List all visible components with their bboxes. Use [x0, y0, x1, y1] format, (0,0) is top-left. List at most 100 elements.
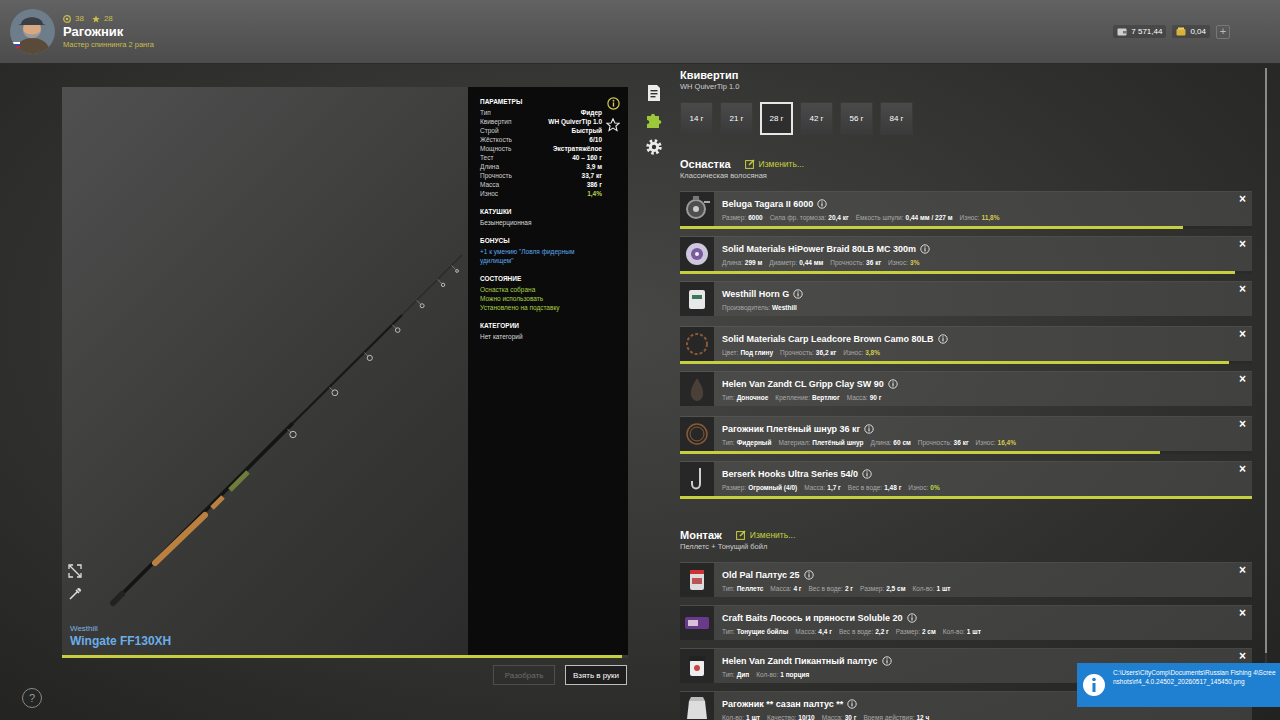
rig-item[interactable]: Westhill Horn GПроизводитель:Westhill×: [680, 281, 1252, 316]
item-property: Тип:Доночное: [722, 393, 768, 402]
info-icon[interactable]: [888, 379, 898, 389]
info-icon[interactable]: [804, 570, 814, 580]
property-label: Вес в воде:: [839, 628, 873, 635]
property-label: Время действия:: [863, 714, 914, 720]
edit-link[interactable]: Изменить...: [745, 159, 804, 169]
pipette-icon[interactable]: [68, 587, 82, 601]
item-boilie-icon: [680, 606, 714, 640]
info-icon[interactable]: [847, 699, 857, 709]
rig-item[interactable]: Beluga Tagara II 6000Размер:6000Сила фр.…: [680, 191, 1252, 229]
avatar-icon[interactable]: [10, 9, 55, 54]
info-icon[interactable]: [907, 613, 917, 623]
item-property: Размер:Огромный (4/0): [722, 483, 797, 492]
property-value: 2 см: [922, 628, 936, 635]
gear-icon[interactable]: [645, 138, 663, 156]
parameter-label: Мощность: [480, 144, 511, 153]
property-value: Доночное: [737, 394, 769, 401]
favorite-star-icon[interactable]: [606, 118, 620, 132]
property-value: 1,48 г: [884, 484, 901, 491]
parameters-panel: ПАРАМЕТРЫТипФидерКвивертипWH QuiverTip 1…: [468, 87, 628, 655]
info-icon[interactable]: [920, 244, 930, 254]
property-value: 6000: [748, 214, 762, 221]
property-value: 20,4 кг: [828, 214, 848, 221]
item-property: Износ:11,8%: [960, 213, 1000, 222]
parameter-label: Масса: [480, 180, 499, 189]
property-value: 90 г: [870, 394, 882, 401]
item-property: Тип:Тонущие бойлы: [722, 627, 788, 636]
item-leader-icon: [680, 417, 714, 451]
property-value: Вертлюг: [812, 394, 840, 401]
expand-icon[interactable]: [68, 564, 82, 578]
quivertip-title: Квивертип: [680, 69, 1252, 82]
info-icon[interactable]: [793, 289, 803, 299]
rig-item[interactable]: Helen Van Zandt CL Gripp Clay SW 90Тип:Д…: [680, 371, 1252, 406]
remove-button[interactable]: ×: [1233, 237, 1252, 251]
rig-item[interactable]: Solid Materials Carp Leadcore Brown Camo…: [680, 326, 1252, 364]
rig-item[interactable]: Рагожник Плетёный шнур 36 кгТип:Фидерный…: [680, 416, 1252, 454]
add-gold-button[interactable]: +: [1216, 25, 1230, 39]
rod-viewer: WesthillWingate FF130XHПАРАМЕТРЫТипФидер…: [62, 87, 628, 655]
info-icon[interactable]: [607, 97, 620, 110]
remove-button[interactable]: ×: [1233, 417, 1252, 431]
item-properties: Длина:299 мДиаметр:0,44 ммПрочность:36 к…: [722, 258, 1225, 267]
scrollbar[interactable]: [1265, 68, 1267, 704]
remove-button[interactable]: ×: [1233, 563, 1252, 577]
document-icon[interactable]: [645, 84, 663, 102]
remove-button[interactable]: ×: [1233, 462, 1252, 476]
quivertip-option[interactable]: 14 г: [680, 102, 713, 135]
info-icon[interactable]: [817, 199, 827, 209]
quivertip-option[interactable]: 28 г: [760, 102, 793, 135]
property-label: Цвет:: [722, 349, 738, 356]
quivertip-option[interactable]: 84 г: [880, 102, 913, 135]
parameter-row: Прочность33,7 кг: [480, 171, 602, 180]
property-label: Износ:: [908, 484, 928, 491]
top-bar: 3828РагожникМастер спиннинга 2 ранга7 57…: [0, 0, 1280, 64]
wear-bar: [680, 451, 1252, 454]
edit-link[interactable]: Изменить...: [736, 530, 795, 540]
quivertip-option[interactable]: 56 г: [840, 102, 873, 135]
parameter-value: 386 г: [587, 180, 602, 189]
remove-button[interactable]: ×: [1233, 327, 1252, 341]
remove-button[interactable]: ×: [1233, 606, 1252, 620]
remove-button[interactable]: ×: [1233, 372, 1252, 386]
property-value: Под глину: [740, 349, 773, 356]
info-icon[interactable]: [882, 656, 892, 666]
property-label: Материал:: [778, 439, 810, 446]
main-area: WesthillWingate FF130XHПАРАМЕТРЫТипФидер…: [0, 64, 1280, 720]
help-button[interactable]: ?: [22, 688, 42, 708]
item-body: Рагожник Плетёный шнур 36 кгТип:Фидерный…: [714, 417, 1233, 451]
puzzle-icon[interactable]: [645, 111, 663, 129]
quivertip-option[interactable]: 21 г: [720, 102, 753, 135]
level-icon: [63, 15, 71, 23]
property-label: Тип:: [722, 439, 735, 446]
property-label: Масса:: [795, 628, 816, 635]
property-value: 3,8%: [865, 349, 880, 356]
rig-item[interactable]: Berserk Hooks Ultra Series 54/0Размер:Ог…: [680, 461, 1252, 499]
item-property: Ёмкость шпули:0,44 мм / 227 м: [856, 213, 953, 222]
item-property: Тип:Дип: [722, 670, 749, 679]
bait-item[interactable]: Craft Baits Лосось и пряности Soluble 20…: [680, 605, 1252, 640]
bait-item[interactable]: Old Pal Палтус 25Тип:ПеллетсМасса:4 гВес…: [680, 562, 1252, 597]
scrollbar-thumb[interactable]: [1265, 68, 1267, 653]
info-icon[interactable]: [938, 334, 948, 344]
tackle-panel: КвивертипWH QuiverTip 1.014 г21 г28 г42 …: [680, 68, 1252, 720]
remove-button[interactable]: ×: [1233, 192, 1252, 206]
bait-title: Монтаж: [680, 528, 722, 542]
take-in-hands-button[interactable]: Взять в руки: [565, 665, 627, 685]
silver-balance: 7 571,44: [1113, 25, 1166, 38]
item-properties: Цвет:Под глинуПрочность:36,2 кгИзнос:3,8…: [722, 348, 1225, 357]
info-icon[interactable]: [862, 469, 872, 479]
remove-button[interactable]: ×: [1233, 649, 1252, 663]
item-properties: Тип:ДоночноеКрепление:ВертлюгМасса:90 г: [722, 393, 1225, 402]
item-row: Berserk Hooks Ultra Series 54/0Размер:Ог…: [680, 461, 1252, 496]
quivertip-option[interactable]: 42 г: [800, 102, 833, 135]
item-property: Сила фр. тормоза:20,4 кг: [770, 213, 849, 222]
rig-item[interactable]: Solid Materials HiPower Braid 80LB MC 30…: [680, 236, 1252, 274]
remove-button[interactable]: ×: [1233, 282, 1252, 296]
wear-fill: [680, 271, 1235, 274]
item-property: Длина:299 м: [722, 258, 762, 267]
item-body: Westhill Horn GПроизводитель:Westhill: [714, 282, 1233, 316]
info-icon[interactable]: [864, 424, 874, 434]
property-value: 4,4 г: [818, 628, 832, 635]
rod-preview[interactable]: WesthillWingate FF130XH: [62, 87, 468, 655]
